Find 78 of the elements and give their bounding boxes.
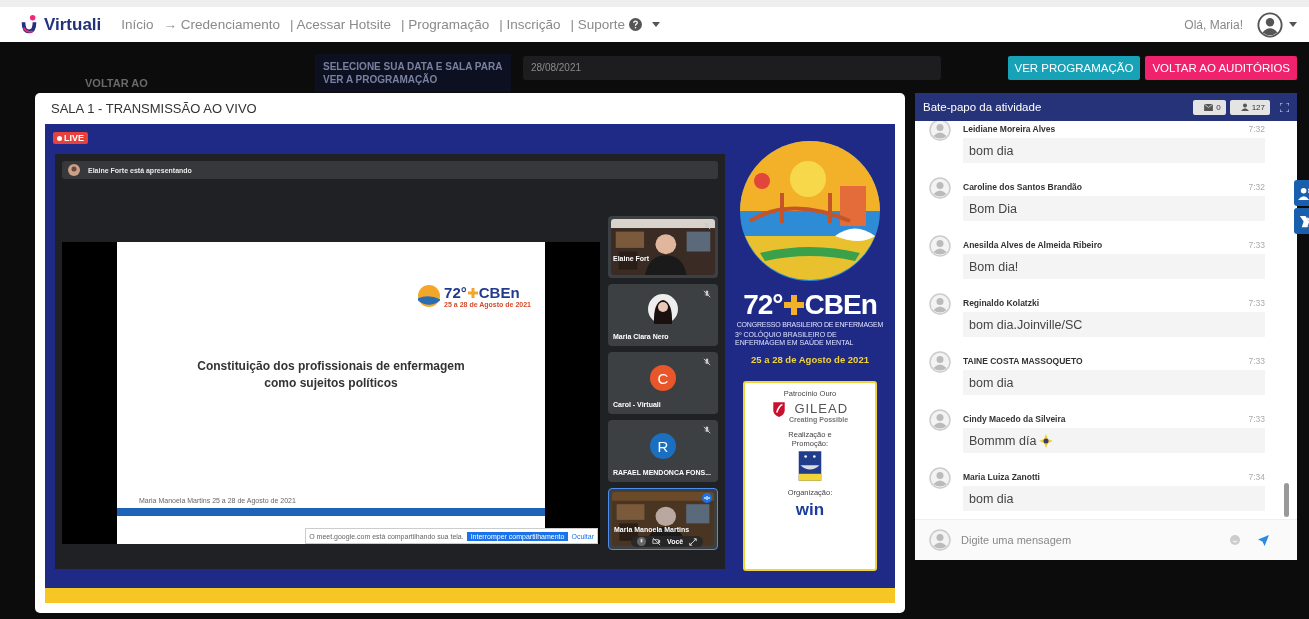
message-text: bom dia.Joinville/SC [969,317,1083,332]
message-text: bom dia [969,491,1014,506]
shield-icon [771,400,786,417]
live-badge: LIVE [53,132,88,144]
envelope-icon [1204,103,1214,111]
brand-name[interactable]: Virtuali [44,14,102,35]
message-time: 7:33 [1248,240,1265,250]
expand-icon[interactable] [689,537,698,546]
nav-link[interactable]: | Programação [400,17,490,32]
mic-icon[interactable] [637,537,646,546]
message-time: 7:33 [1248,356,1265,366]
back-link[interactable]: VOLTAR AO [85,76,315,89]
nav-link[interactable]: → Credenciamento [163,17,280,32]
association-logo-icon [797,450,823,481]
date-select[interactable]: 28/08/2021 [523,55,941,80]
avatar-icon [929,467,951,489]
sender-name: Cindy Macedo da Silveira [963,414,1066,424]
avatar-icon [929,121,951,141]
slide-title: como sujeitos políticos [264,375,398,392]
speaking-person-icon [1297,186,1309,200]
event-number: 72° [743,289,783,321]
nav-link[interactable]: | Inscrição [499,17,561,32]
initial-avatar: C [650,365,676,391]
message-text: Bommm día [969,433,1037,448]
sender-name: Caroline dos Santos Brandão [963,182,1083,192]
chat-title: Bate-papo da atividade [923,101,1042,113]
logo-picture-icon [418,285,441,307]
event-name: CBEn [478,284,520,301]
nav-link[interactable]: | Acessar Hotsite [289,17,391,32]
sender-name: Maria Luiza Zanotti [963,472,1040,482]
message-text: Bom dia! [969,259,1019,274]
avatar-icon [929,529,951,551]
organizer-logo: win [795,499,825,520]
message-time: 7:32 [1248,124,1265,134]
speaking-icon [702,493,712,503]
scrollbar-thumb[interactable] [1284,483,1289,517]
message-time: 7:33 [1248,414,1265,424]
sponsor-name: GILEAD [794,400,849,416]
people-count: 127 [1229,99,1270,115]
sender-name: Leidiane Moreira Alves [963,124,1056,134]
avatar-icon [929,409,951,431]
initial-avatar: R [650,433,676,459]
notice-box: SELECIONE SUA DATA E SALA PARA VER A PROGRAMAÇÃO [315,53,511,92]
event-dates: 25 a 28 de Agosto de 2021 [751,353,869,365]
message-time: 7:32 [1248,182,1265,192]
event-number: 72° [444,284,467,301]
greeting: Olá, Maria! [1184,17,1243,32]
caret-icon[interactable] [652,22,661,27]
avatar-icon [929,351,951,373]
cross-icon [783,295,804,315]
avatar-icon [929,293,951,315]
send-icon[interactable] [1258,534,1269,546]
message-text: Bom Dia [969,201,1017,216]
avatar-icon [929,177,951,199]
fullscreen-icon[interactable] [1280,102,1289,112]
avatar-icon[interactable] [1257,11,1283,38]
sender-name: Anesilda Alves de Almeida Ribeiro [963,240,1103,250]
action-button[interactable]: VOLTAR AO AUDITÓRIOS [1145,55,1297,80]
camera-off-icon[interactable] [652,537,661,546]
avatar-icon [68,164,80,176]
event-name: CBEn [804,289,877,321]
message-text: bom dia [969,375,1014,390]
nav-link[interactable]: Início [121,17,154,32]
message-time: 7:34 [1248,472,1265,482]
nav-link[interactable]: | Suporte [570,17,626,32]
sender-name: TAINE COSTA MASSOQUETO [963,356,1083,366]
message-text: bom dia [969,143,1014,158]
cross-icon [467,287,478,298]
message-count: 0 [1193,99,1226,115]
message-time: 7:33 [1248,298,1265,308]
slide-title: Constituição dos profissionais de enfermagem [197,358,465,375]
person-icon [1240,103,1249,111]
modal-title: SALA 1 - TRANSMISSÃO AO VIVO [50,100,258,118]
caret-icon[interactable] [1289,22,1297,27]
action-button[interactable]: VER PROGRAMAÇÃO [1007,55,1141,80]
help-icon[interactable] [629,18,643,31]
avatar-icon [929,235,951,257]
sender-name: Reginaldo Kolatzki [963,298,1040,308]
